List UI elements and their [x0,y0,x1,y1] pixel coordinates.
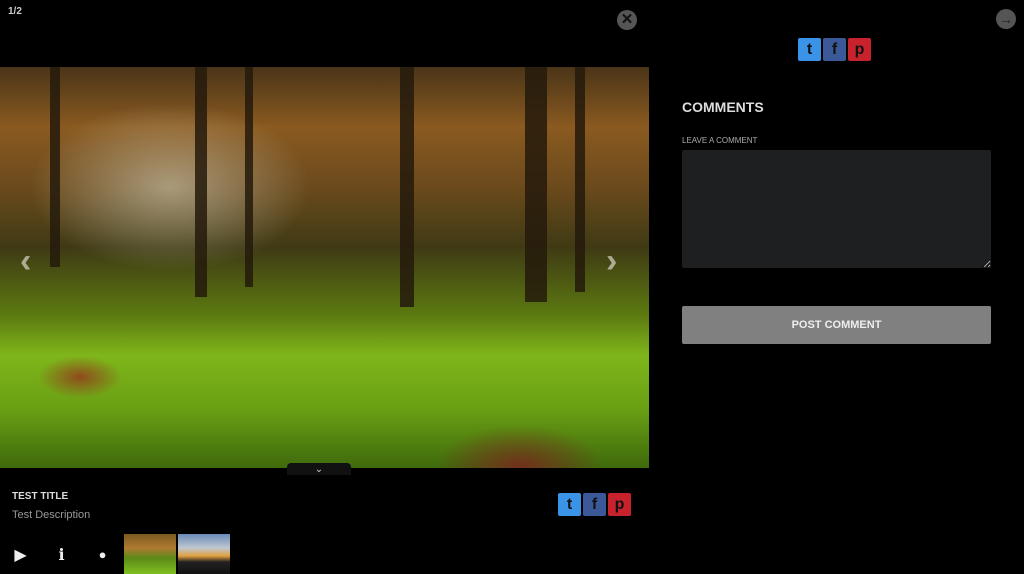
comments-heading: COMMENTS [682,99,764,115]
pinterest-share-button[interactable]: p [848,38,871,61]
info-button[interactable]: i [41,545,82,564]
comments-button[interactable]: ● [82,547,123,562]
twitter-share-button[interactable]: t [798,38,821,61]
pinterest-icon: p [854,40,865,58]
play-slideshow-button[interactable]: ▶ [0,545,41,565]
info-icon: i [58,545,65,564]
image-description: Test Description [12,509,91,521]
pinterest-share-button[interactable]: p [608,493,631,516]
speech-bubble-icon: ● [98,547,107,562]
image-title: TEST TITLE [12,491,69,502]
pinterest-icon: p [614,495,625,513]
twitter-share-button[interactable]: t [558,493,581,516]
play-icon: ▶ [14,546,27,564]
facebook-icon: f [591,495,598,513]
expand-details-toggle[interactable]: ⌄ [287,463,351,475]
facebook-share-button[interactable]: f [823,38,846,61]
leave-comment-label: LEAVE A COMMENT [682,136,758,145]
twitter-icon: t [566,495,573,513]
comment-textarea[interactable] [682,150,991,268]
next-image-button[interactable]: → [996,9,1016,29]
twitter-icon: t [806,40,813,58]
image-counter: 1/2 [8,6,22,17]
close-button[interactable]: ✕ [617,10,637,30]
thumbnail-sunset[interactable] [178,534,230,574]
post-comment-button[interactable]: POST COMMENT [682,306,991,344]
viewer-controls: ▶ i ● [0,535,123,574]
top-share-bar: t f p [798,38,871,61]
next-image-arrow[interactable]: › [606,242,617,281]
facebook-icon: f [831,40,838,58]
thumbnail-forest[interactable] [124,534,176,574]
arrow-right-icon: → [999,11,1013,27]
close-icon: ✕ [620,11,634,28]
facebook-share-button[interactable]: f [583,493,606,516]
previous-image-arrow[interactable]: ‹ [20,242,31,281]
bottom-share-bar: t f p [558,493,631,516]
chevron-down-icon: ⌄ [314,464,324,475]
main-photo: ‹ › [0,67,649,468]
